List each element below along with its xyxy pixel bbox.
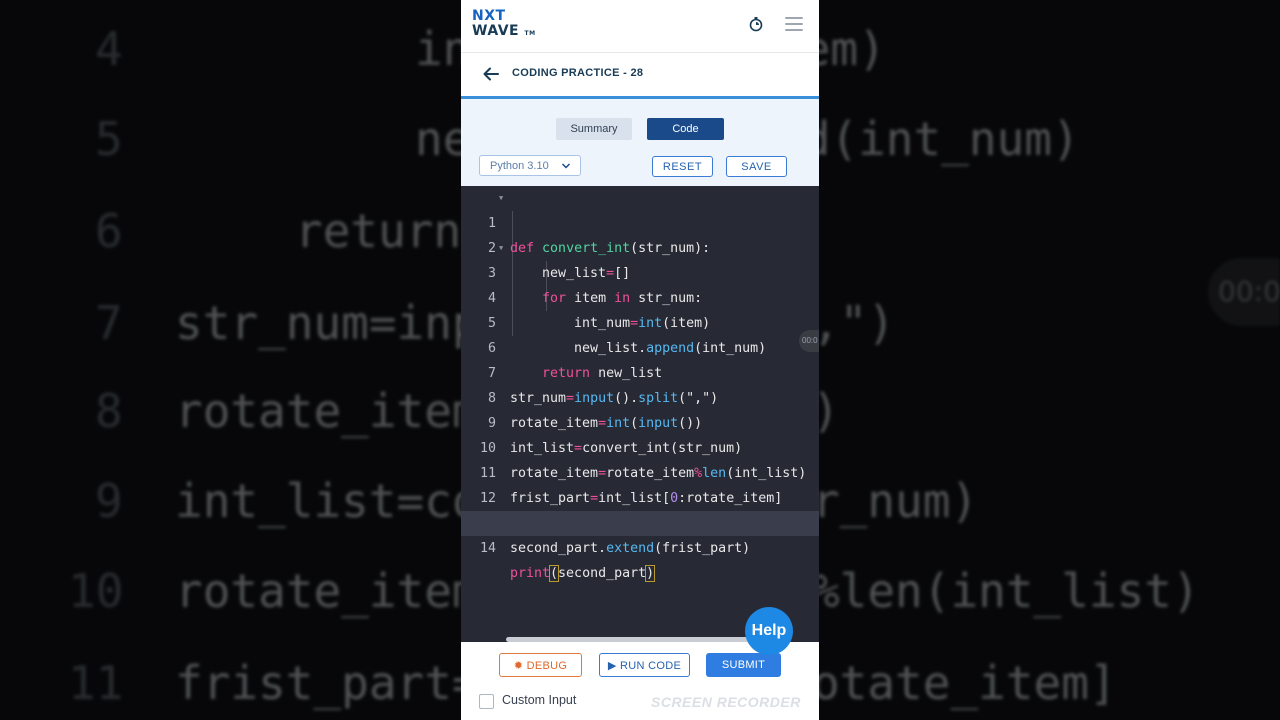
- tab-summary[interactable]: Summary: [556, 118, 632, 140]
- fold-arrow-icon[interactable]: ▼: [499, 236, 503, 261]
- logo-line-2: WAVE: [472, 23, 520, 39]
- code-line: 10 rotate_item=rotate_item%len(int_list): [461, 411, 819, 481]
- phone-screen: NXT WAVE TM CODING PRACTICE - 28 Summary…: [461, 0, 819, 720]
- play-icon: ▶: [607, 660, 617, 672]
- code-line: 3 ▼ for item in str_num:: [461, 236, 819, 306]
- submit-button[interactable]: SUBMIT: [706, 653, 781, 677]
- nxtwave-logo: NXT WAVE TM: [472, 9, 536, 41]
- fold-arrow-icon[interactable]: ▼: [499, 186, 503, 211]
- code-line: 11 frist_part=int_list[0:rotate_item]: [461, 436, 819, 506]
- save-button[interactable]: SAVE: [726, 156, 787, 177]
- screen-recorder-watermark: SCREEN RECORDER: [651, 694, 801, 710]
- code-line: 1 ▼ def convert_int(str_num):: [461, 186, 819, 256]
- code-text: second_part.extend(frist_part): [510, 541, 751, 556]
- help-button[interactable]: Help: [745, 607, 793, 655]
- code-editor[interactable]: 1 ▼ def convert_int(str_num): 2 new_list=…: [461, 186, 819, 642]
- code-line: 2 new_list=[]: [461, 211, 819, 281]
- arrow-left-icon[interactable]: [482, 65, 500, 83]
- logo-line-1: NXT: [472, 8, 506, 24]
- code-line: 4 int_num=int(item): [461, 261, 819, 331]
- recording-timer-pill: 00:0: [799, 330, 819, 352]
- custom-input-label: Custom Input: [502, 693, 577, 707]
- editor-toolbar: Summary Code Python 3.10 RESET SAVE: [461, 99, 819, 186]
- tab-code[interactable]: Code: [647, 118, 724, 140]
- code-line-active: 14 print(second_part): [461, 511, 819, 582]
- custom-input-checkbox[interactable]: [479, 694, 494, 709]
- code-line: 6 return new_list: [461, 311, 819, 381]
- chevron-down-icon: [561, 163, 571, 169]
- code-line: 5 new_list.append(int_num): [461, 286, 819, 356]
- debug-label: DEBUG: [526, 660, 568, 672]
- code-line: 8 rotate_item=int(input()): [461, 361, 819, 431]
- reset-button[interactable]: RESET: [652, 156, 713, 177]
- language-value: Python 3.10: [490, 160, 549, 172]
- code-line: 9 int_list=convert_int(str_num): [461, 386, 819, 456]
- code-line: 12 second_part=int_list[rotate_item:]: [461, 461, 819, 531]
- code-text: print(second_part): [510, 565, 656, 582]
- line-number: 14: [479, 541, 496, 556]
- top-app-bar: NXT WAVE TM: [461, 0, 819, 53]
- code-line: 13 second_part.extend(frist_part): [461, 486, 819, 556]
- hamburger-icon[interactable]: [785, 17, 803, 31]
- bug-icon: ✹: [513, 660, 524, 672]
- practice-header: CODING PRACTICE - 28: [461, 53, 819, 99]
- run-code-button[interactable]: ▶ RUN CODE: [599, 653, 690, 677]
- language-select[interactable]: Python 3.10: [479, 155, 581, 176]
- run-code-label: RUN CODE: [620, 660, 682, 672]
- practice-title: CODING PRACTICE - 28: [512, 67, 644, 79]
- debug-button[interactable]: ✹ DEBUG: [499, 653, 582, 677]
- stopwatch-icon[interactable]: [748, 16, 764, 32]
- code-line: 7 str_num=input().split(","): [461, 336, 819, 406]
- logo-tm: TM: [524, 30, 536, 37]
